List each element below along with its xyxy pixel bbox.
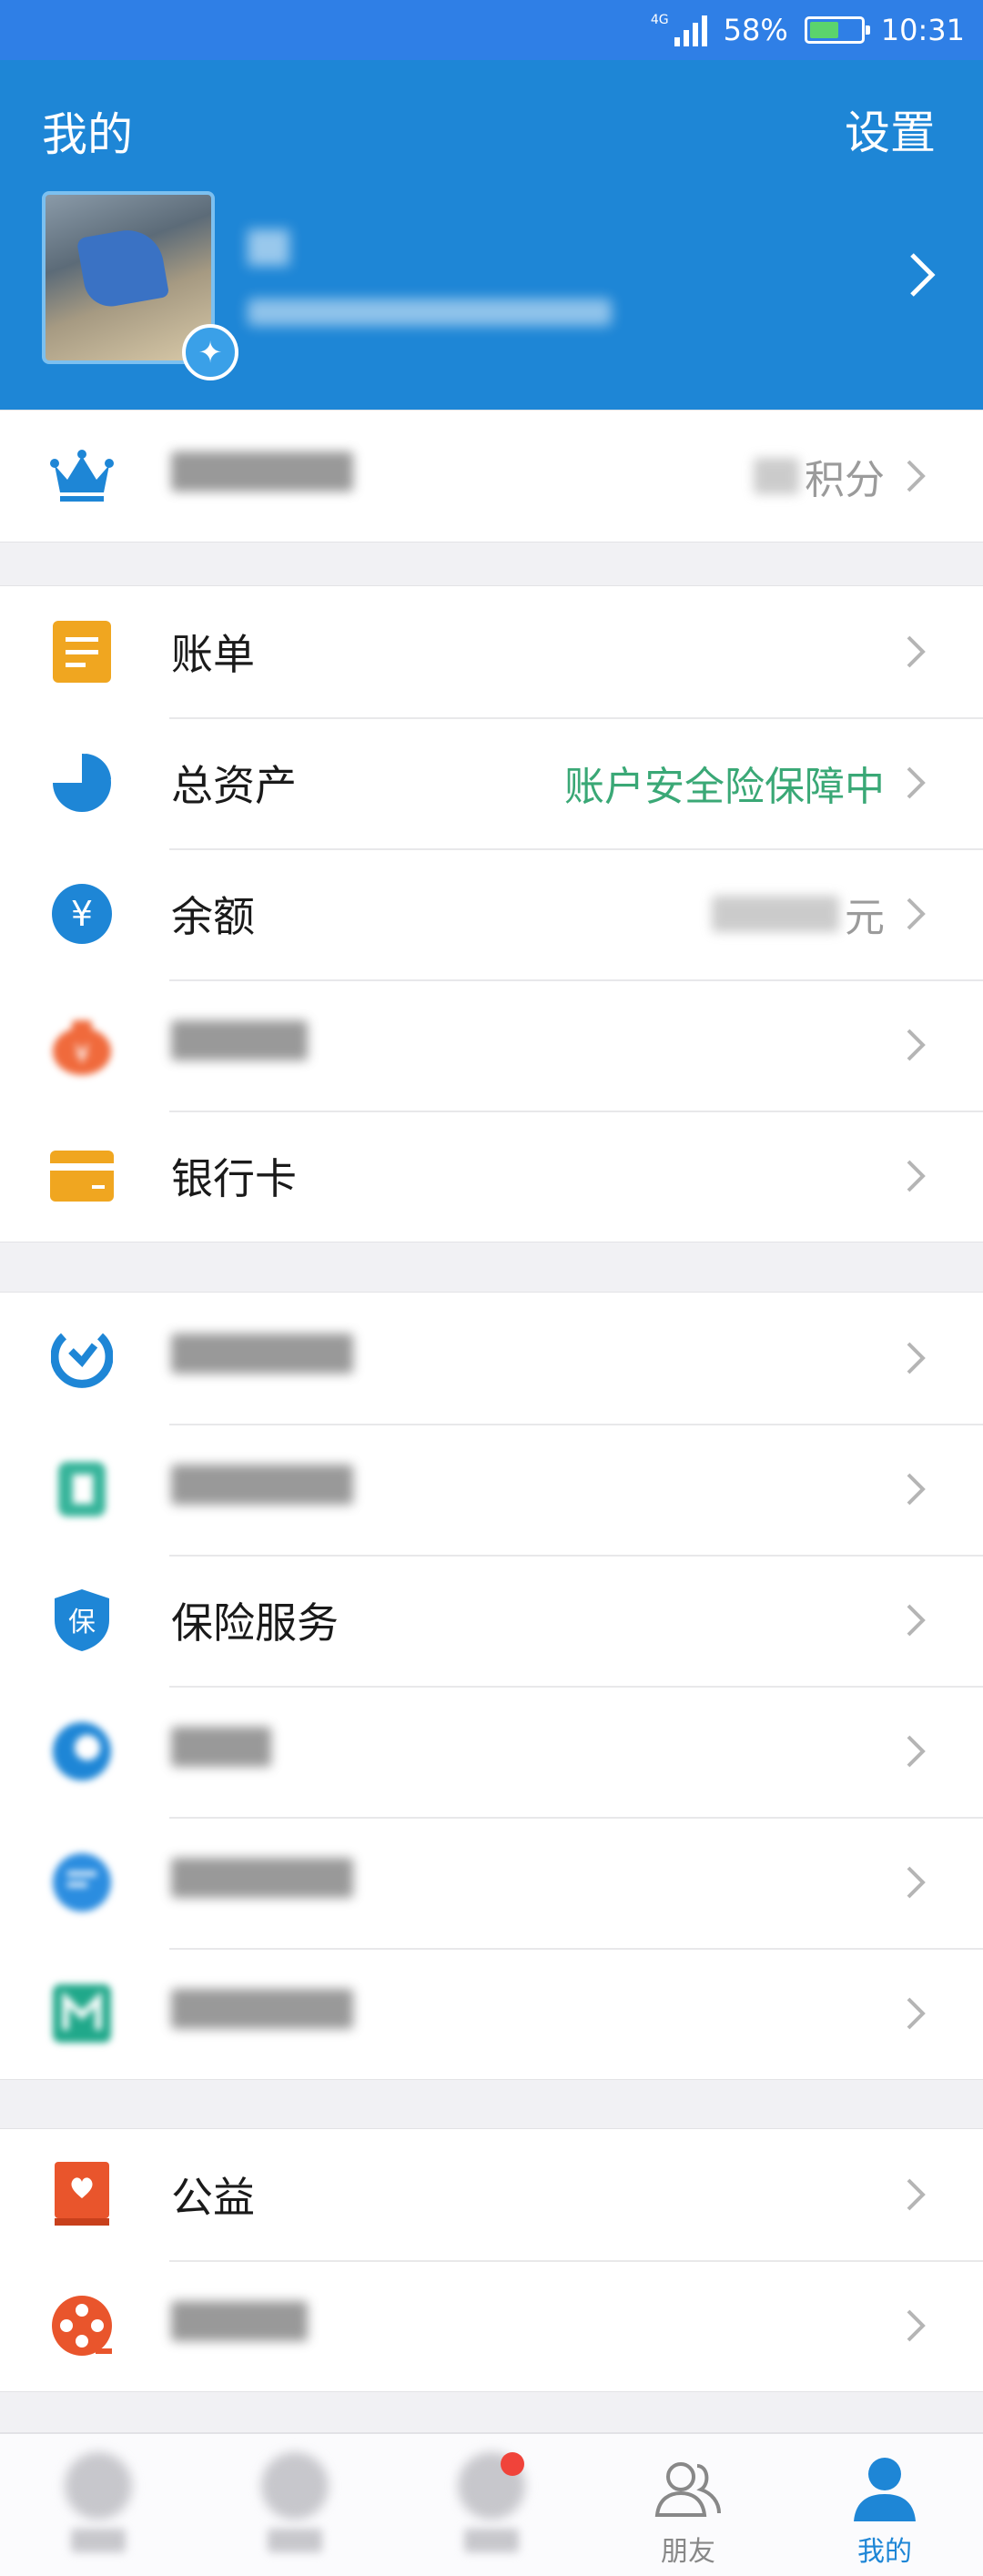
tab-koubei-label-masked [464, 2529, 519, 2552]
wealth-row[interactable] [0, 1293, 983, 1424]
more-section: 公益 [0, 2128, 983, 2392]
charity-heart-icon [49, 2162, 115, 2227]
tab-friends[interactable]: 朋友 [590, 2434, 786, 2576]
chevron-right-icon [907, 898, 926, 930]
charity-label: 公益 [171, 2173, 255, 2222]
insurance-label: 保险服务 [171, 1598, 339, 1648]
svg-text:保: 保 [68, 1607, 96, 1638]
bank-card-label: 银行卡 [171, 1154, 297, 1203]
chevron-right-icon [907, 2178, 926, 2211]
entertainment-row[interactable] [0, 2260, 983, 2391]
security-insurance-status: 账户安全险保障中 [564, 764, 885, 810]
chevron-right-icon [907, 1735, 926, 1768]
chat-bubble-icon [49, 1850, 115, 1915]
signal-icon: 4G [651, 14, 707, 46]
credit-row[interactable] [0, 1424, 983, 1555]
user-account-masked [248, 299, 612, 326]
tab-wealth[interactable] [197, 2434, 393, 2576]
bill-row[interactable]: 账单 [0, 586, 983, 717]
insurance-shield-icon: 保 [49, 1587, 115, 1653]
network-type: 4G [650, 13, 669, 27]
tab-friends-label: 朋友 [661, 2536, 715, 2568]
member-label-masked [171, 451, 353, 502]
clock: 10:31 [880, 13, 965, 47]
chevron-right-icon [907, 1160, 926, 1192]
star-badge-icon: ✦ [182, 324, 238, 380]
points-unit: 积分 [805, 457, 885, 503]
bank-m-icon [49, 1981, 115, 2046]
chevron-right-icon [907, 1866, 926, 1899]
money-bag-label-masked [171, 1019, 308, 1070]
bottom-tab-bar: 朋友 我的 [0, 2432, 983, 2576]
services-section: 保 保险服务 [0, 1292, 983, 2080]
chevron-right-icon [907, 2309, 926, 2342]
chat-service-row[interactable] [0, 1817, 983, 1948]
chevron-right-icon [907, 635, 926, 668]
credit-label-masked [171, 1464, 353, 1515]
tab-mine-label: 我的 [857, 2536, 912, 2568]
chevron-right-icon [907, 1342, 926, 1374]
tab-home[interactable] [0, 2434, 197, 2576]
tab-koubei[interactable] [393, 2434, 590, 2576]
chevron-right-icon [907, 1473, 926, 1506]
balance-label: 余额 [171, 892, 255, 941]
profile-header: 我的 设置 ✦ [0, 60, 983, 410]
total-assets-row[interactable]: 总资产 账户安全险保障中 [0, 717, 983, 848]
chat-service-label-masked [171, 1857, 353, 1908]
wealth-tab-icon [261, 2452, 329, 2520]
balance-amount: 元 [712, 885, 885, 943]
person-icon [848, 2452, 921, 2525]
battery-icon [804, 16, 870, 44]
crown-icon [49, 443, 115, 509]
yuan-balance-icon: ¥ [49, 881, 115, 947]
balance-unit: 元 [845, 895, 885, 941]
notification-dot [501, 2452, 524, 2476]
bill-icon [49, 619, 115, 685]
money-bag-icon: ¥ [49, 1012, 115, 1078]
bank-card-icon [49, 1143, 115, 1209]
entertainment-label-masked [171, 2300, 308, 2351]
chevron-right-icon [907, 1604, 926, 1637]
assets-section: 账单 总资产 账户安全险保障中 ¥ 余额 元 ¥ 银行卡 [0, 585, 983, 1242]
settings-button[interactable]: 设置 [845, 96, 936, 162]
charity-row[interactable]: 公益 [0, 2129, 983, 2260]
tab-wealth-label-masked [268, 2529, 322, 2552]
total-assets-label: 总资产 [171, 761, 297, 810]
status-bar: 4G 58% 10:31 [0, 0, 983, 60]
money-bag-row[interactable]: ¥ [0, 979, 983, 1111]
member-row[interactable]: 积分 [0, 411, 983, 542]
tab-mine[interactable]: 我的 [786, 2434, 983, 2576]
bank-label-masked [171, 1988, 353, 2039]
credit-icon [49, 1456, 115, 1522]
battery-percent: 58% [723, 13, 788, 47]
blue-service-row[interactable] [0, 1686, 983, 1817]
chevron-right-icon [907, 1997, 926, 2030]
wealth-label-masked [171, 1333, 353, 1384]
blue-service-label-masked [171, 1726, 271, 1777]
insurance-row[interactable]: 保 保险服务 [0, 1555, 983, 1686]
tab-home-label-masked [71, 2529, 126, 2552]
svg-text:¥: ¥ [74, 1039, 90, 1069]
member-section: 积分 [0, 410, 983, 543]
chevron-right-icon [907, 460, 926, 492]
film-reel-icon [49, 2293, 115, 2358]
bill-label: 账单 [171, 630, 255, 679]
svg-text:¥: ¥ [71, 894, 93, 934]
bank-row[interactable] [0, 1948, 983, 2079]
blue-circle-icon [49, 1719, 115, 1784]
chevron-right-icon [907, 1029, 926, 1061]
friends-icon [652, 2452, 725, 2525]
wealth-icon [49, 1325, 115, 1391]
balance-row[interactable]: ¥ 余额 元 [0, 848, 983, 979]
user-name-masked [248, 229, 289, 266]
total-assets-pie-icon [49, 750, 115, 816]
member-points: 积分 [754, 447, 885, 505]
home-icon [65, 2452, 132, 2520]
bank-card-row[interactable]: 银行卡 [0, 1111, 983, 1242]
chevron-right-icon [907, 766, 926, 799]
chevron-right-icon[interactable] [908, 251, 936, 299]
page-title: 我的 [42, 108, 133, 161]
